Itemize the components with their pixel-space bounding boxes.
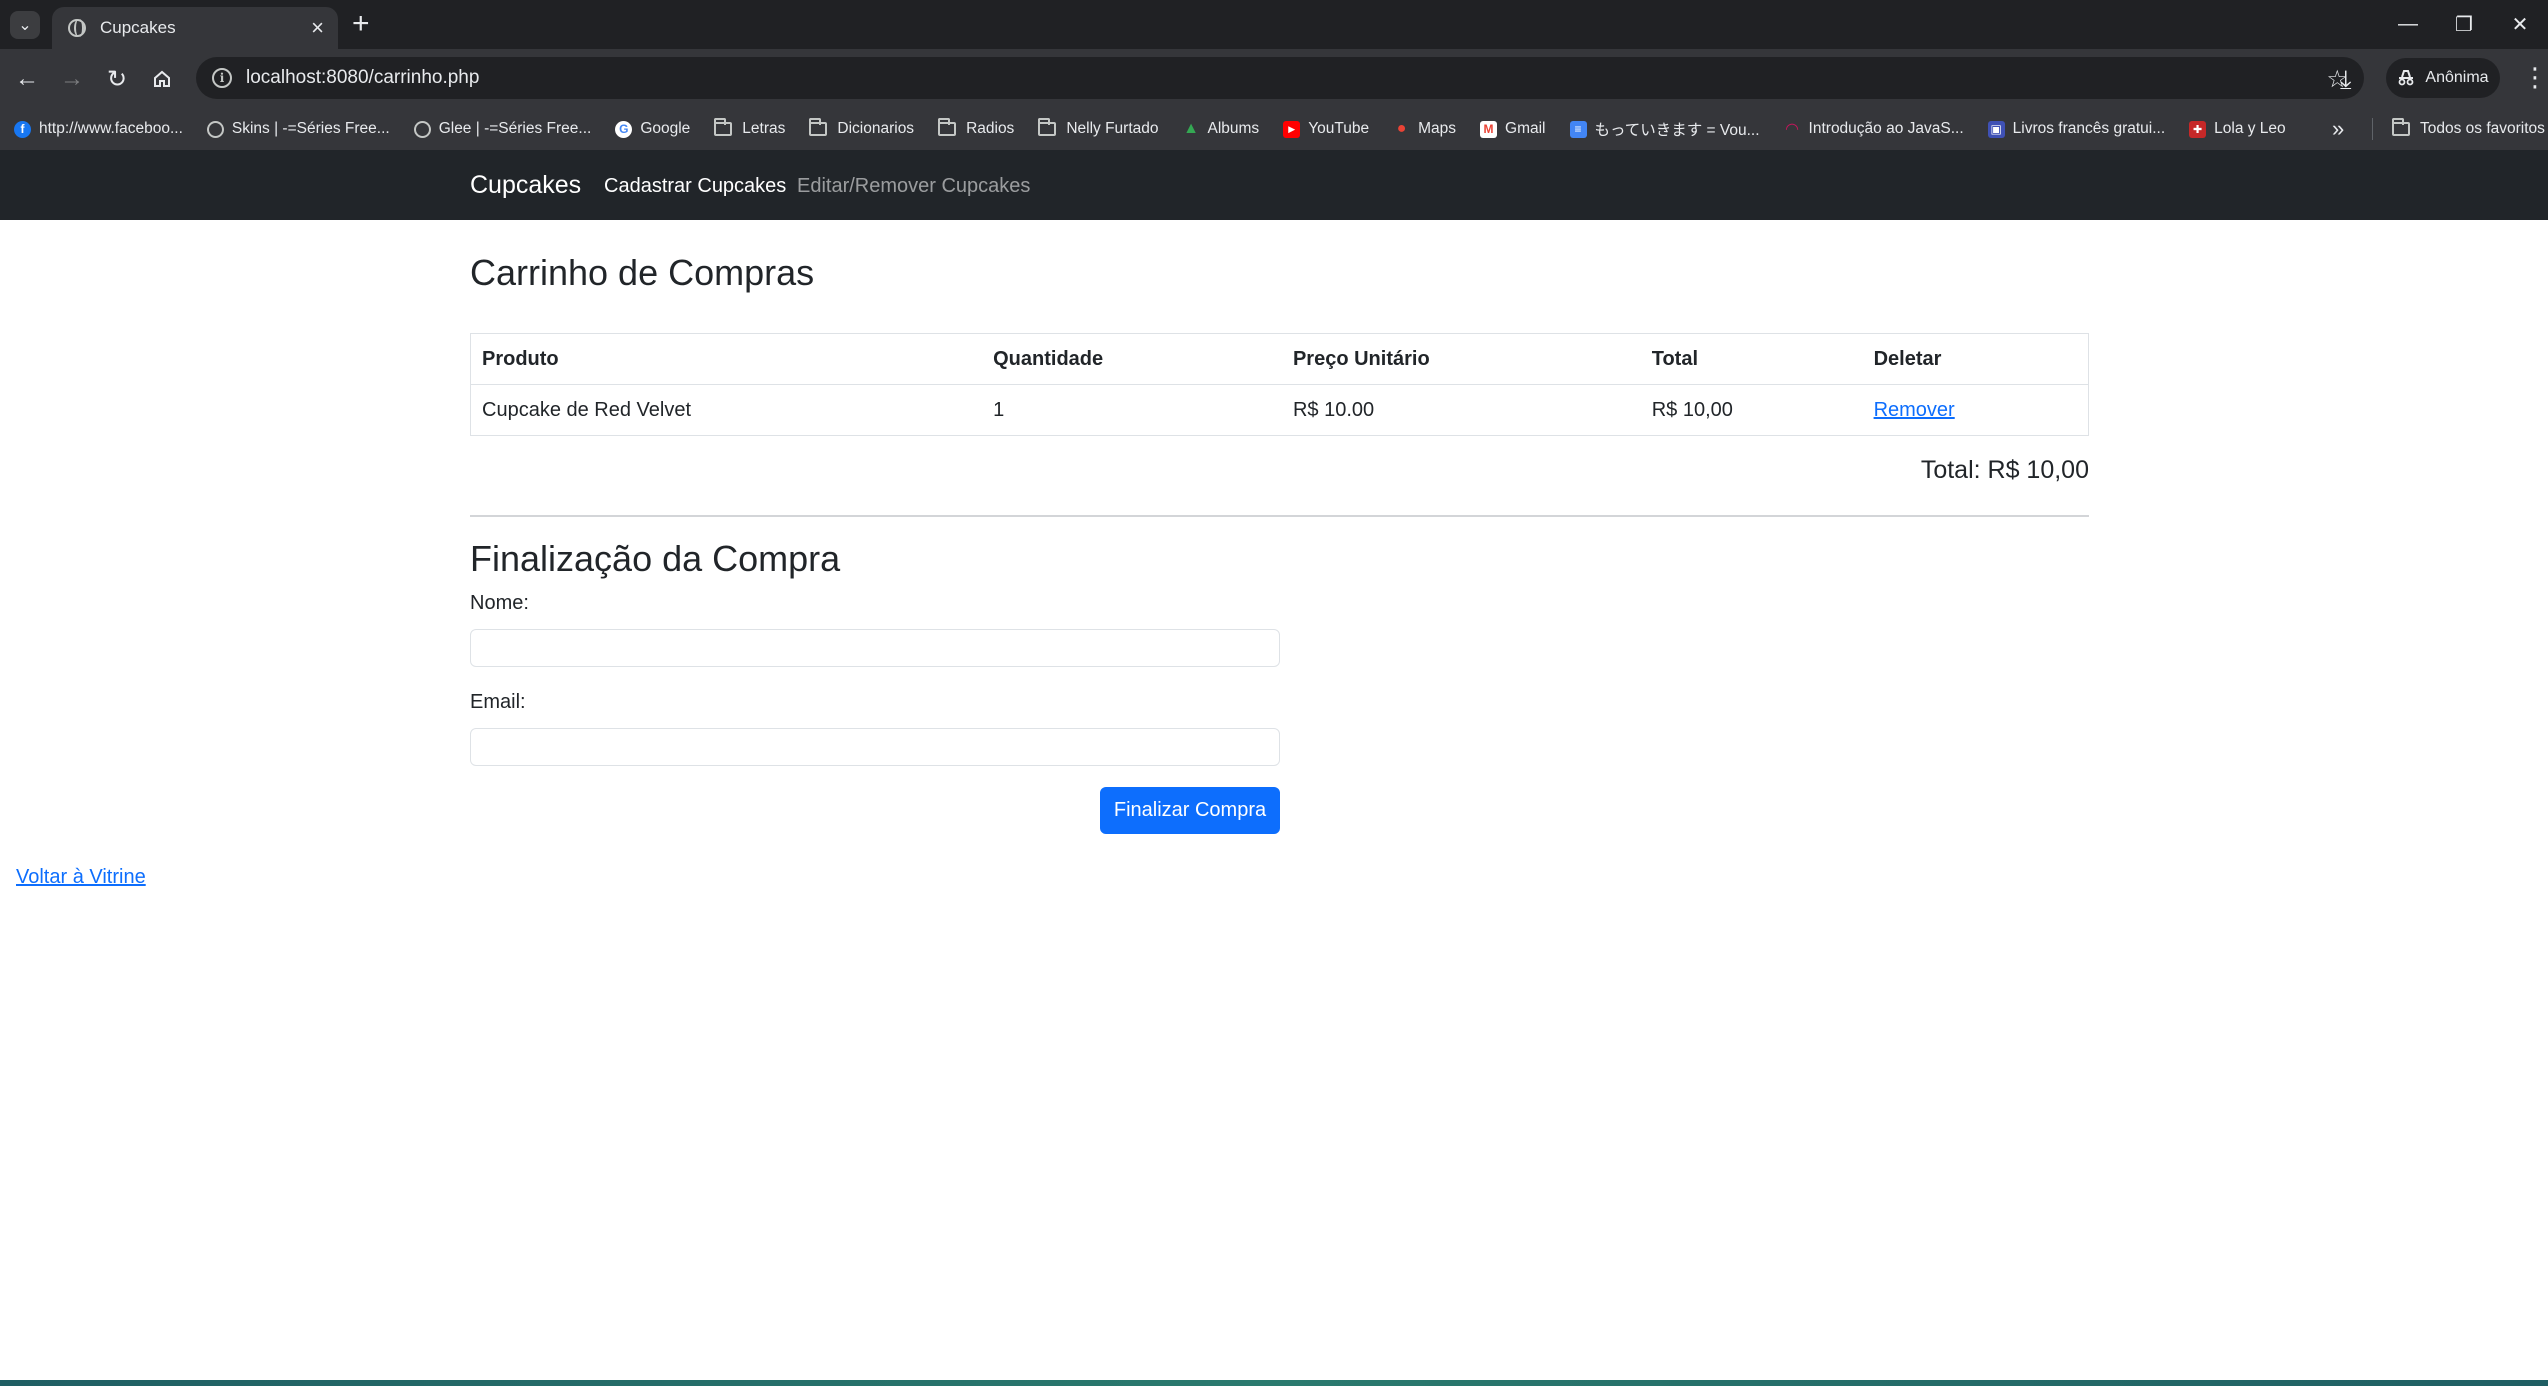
bookmark-item[interactable]: G Google [615, 120, 690, 138]
cell-quantity: 1 [982, 384, 1282, 436]
bookmark-item[interactable]: ◠ Introdução ao JavaS... [1784, 120, 1964, 138]
bookmark-folder[interactable]: Radios [938, 118, 1014, 138]
incognito-icon [2399, 70, 2414, 86]
bookmark-item[interactable]: ● Maps [1393, 120, 1456, 138]
arrow-right-icon: → [60, 65, 84, 92]
cell-product: Cupcake de Red Velvet [470, 384, 983, 436]
bookmark-item[interactable]: M Gmail [1480, 120, 1546, 138]
cart-table: Produto Quantidade Preço Unitário Total … [470, 333, 2089, 436]
bookmark-folder[interactable]: Nelly Furtado [1038, 118, 1159, 138]
incognito-profile-button[interactable]: Anônima [2386, 58, 2500, 98]
url-text: localhost:8080/carrinho.php [246, 67, 480, 88]
tab-search-button[interactable]: ⌄ [10, 11, 40, 39]
bookmark-item[interactable]: ≡ もっていきます = Vou... [1569, 118, 1760, 140]
close-window-icon[interactable]: ✕ [2492, 0, 2548, 49]
maps-icon: ● [1396, 120, 1407, 137]
bookmark-folder[interactable]: Dicionarios [809, 118, 914, 138]
column-header-product: Produto [470, 333, 983, 385]
folder-icon [2392, 118, 2410, 136]
checkout-title: Finalização da Compra [470, 538, 841, 579]
back-button[interactable]: ← [11, 63, 43, 95]
email-input[interactable] [470, 728, 1280, 766]
bookmark-item[interactable]: ✚ Lola y Leo [2189, 120, 2286, 138]
reload-icon: ↻ [106, 65, 128, 93]
site-info-icon[interactable]: i [212, 68, 232, 88]
docs-icon: ≡ [1569, 120, 1587, 138]
bookmark-item[interactable]: ▲ Albums [1183, 120, 1259, 138]
folder-icon [809, 118, 828, 136]
bookmarks-divider [2372, 118, 2373, 140]
gmail-icon: M [1480, 120, 1498, 138]
download-icon[interactable]: ⤓ [2340, 64, 2352, 96]
bookmark-folder[interactable]: Letras [714, 118, 785, 138]
bookmark-item[interactable]: ▣ Livros francês gratui... [1987, 120, 2165, 138]
globe-icon [413, 120, 431, 138]
facebook-icon: f [14, 120, 31, 138]
folder-icon [714, 118, 733, 136]
email-label: Email: [470, 691, 526, 713]
taskbar-edge [0, 1380, 2548, 1386]
globe-icon [68, 19, 86, 37]
google-drive-icon: ▲ [1183, 120, 1199, 137]
bookmark-item[interactable]: Skins | -=Séries Free... [206, 120, 390, 138]
folder-icon [1038, 118, 1057, 136]
nav-link-cadastrar[interactable]: Cadastrar Cupcakes [604, 175, 786, 198]
new-tab-button[interactable]: + [352, 9, 370, 39]
folder-icon [938, 118, 957, 136]
column-header-total: Total [1640, 333, 1863, 385]
cell-unit-price: R$ 10.00 [1281, 384, 1641, 436]
column-header-quantity: Quantidade [982, 333, 1282, 385]
forward-button[interactable]: → [56, 63, 88, 95]
book-icon: ▣ [1987, 120, 2005, 138]
section-divider [470, 515, 2089, 517]
bookmark-item[interactable]: ▶ YouTube [1283, 120, 1369, 138]
table-header-row: Produto Quantidade Preço Unitário Total … [470, 333, 2089, 385]
reload-button[interactable]: ↻ [101, 63, 133, 95]
home-icon [154, 70, 170, 87]
browser-toolbar: ← → ↻ i localhost:8080/carrinho.php ☆ [0, 49, 2548, 108]
address-bar[interactable]: i localhost:8080/carrinho.php ☆ [196, 57, 2364, 99]
restore-icon[interactable]: ❐ [2436, 0, 2492, 49]
browser-menu-icon[interactable]: ⋮ [2522, 62, 2548, 92]
bookmarks-overflow-icon[interactable]: » [2332, 108, 2344, 150]
cart-title: Carrinho de Compras [470, 252, 815, 293]
uk-flag-icon: ✚ [2189, 120, 2207, 138]
browser-tab-active[interactable]: Cupcakes × [52, 7, 338, 49]
tab-strip: ⌄ Cupcakes × + — ❐ ✕ [0, 0, 2548, 49]
bookmark-item[interactable]: Glee | -=Séries Free... [413, 120, 591, 138]
column-header-delete: Deletar [1862, 333, 2089, 385]
chevron-down-icon: ⌄ [18, 17, 32, 34]
site-navbar: Cupcakes Cadastrar Cupcakes Editar/Remov… [0, 150, 2548, 220]
column-header-unit-price: Preço Unitário [1281, 333, 1641, 385]
bookmark-item[interactable]: f http://www.faceboo... [14, 120, 183, 138]
profile-label: Anônima [2425, 69, 2489, 86]
cell-total: R$ 10,00 [1640, 384, 1863, 436]
finalizar-compra-button[interactable]: Finalizar Compra [1100, 787, 1280, 834]
home-button[interactable] [146, 63, 178, 95]
navbar-brand[interactable]: Cupcakes [470, 171, 581, 200]
google-icon: G [615, 120, 633, 138]
bookmarks-bar: f http://www.faceboo... Skins | -=Séries … [0, 108, 2548, 150]
window-controls: — ❐ ✕ [2380, 0, 2548, 49]
remove-item-link[interactable]: Remover [1874, 399, 1955, 421]
table-row: Cupcake de Red Velvet 1 R$ 10.00 R$ 10,0… [470, 384, 2089, 436]
cart-grand-total: Total: R$ 10,00 [1920, 456, 2089, 484]
arrow-left-icon: ← [15, 65, 39, 92]
name-label: Nome: [470, 592, 529, 614]
tab-close-icon[interactable]: × [311, 17, 324, 39]
tab-title: Cupcakes [100, 18, 176, 37]
cell-delete: Remover [1862, 384, 2089, 436]
course-icon: ◠ [1785, 121, 1799, 138]
globe-icon [206, 120, 224, 138]
nav-link-editar-remover[interactable]: Editar/Remover Cupcakes [797, 175, 1030, 198]
name-input[interactable] [470, 629, 1280, 667]
back-to-storefront-link[interactable]: Voltar à Vitrine [16, 866, 146, 889]
minimize-icon[interactable]: — [2380, 0, 2436, 49]
youtube-icon: ▶ [1283, 120, 1301, 138]
all-bookmarks-button[interactable]: Todos os favoritos [2392, 108, 2545, 150]
